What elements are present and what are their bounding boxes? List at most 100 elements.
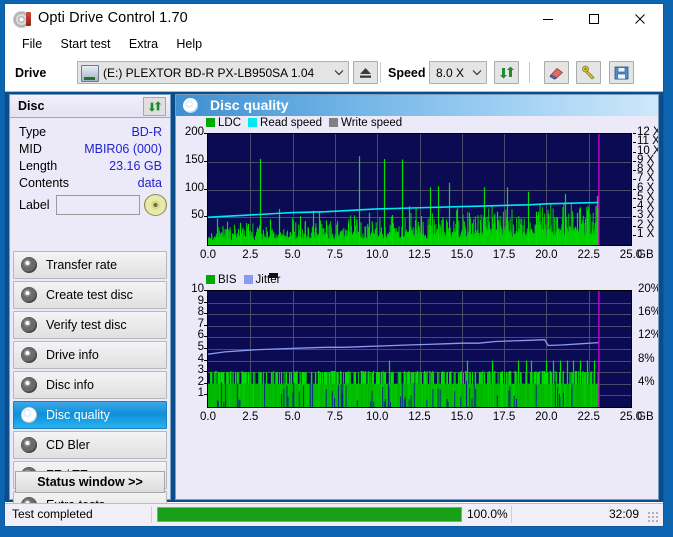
y-tick (204, 325, 207, 326)
y-tick (204, 133, 207, 134)
disc-refresh-button[interactable] (143, 97, 166, 116)
save-button[interactable] (609, 61, 634, 84)
x-tick-label: 7.5 (326, 249, 343, 261)
x-tick-label: 15.0 (450, 411, 473, 423)
speed-tick (633, 198, 636, 199)
speed-tick (633, 216, 636, 217)
disc-test-icon (21, 317, 37, 333)
y-tick (204, 394, 207, 395)
title-bar: Opti Drive Control 1.70 (5, 4, 663, 35)
disc-info-value: data (137, 176, 162, 190)
drive-icon (81, 65, 99, 82)
disc-info-key: Type (19, 125, 47, 139)
x-tick-label: 0.0 (200, 411, 216, 423)
disc-info-key: MID (19, 142, 42, 156)
disc-label-row: Label (10, 193, 170, 219)
y-tick (204, 302, 207, 303)
sidebar-item-verify-test-disc[interactable]: Verify test disc (13, 311, 167, 339)
sidebar-item-create-test-disc[interactable]: Create test disc (13, 281, 167, 309)
y-tick-label: 100 (184, 181, 204, 194)
sidebar-item-drive-info[interactable]: Drive info (13, 341, 167, 369)
sidebar-item-label: Create test disc (46, 288, 133, 302)
y-tick (204, 216, 207, 217)
x-tick-label: 15.0 (450, 249, 473, 261)
x-axis-unit-label: GB (637, 411, 654, 423)
x-tick-label: 20.0 (535, 411, 558, 423)
disc-test-icon (21, 377, 37, 393)
x-tick-label: 17.5 (492, 249, 516, 261)
y-tick-label: 50 (191, 209, 204, 222)
y-tick-label: 6 (197, 329, 204, 342)
sidebar-item-disc-quality[interactable]: Disc quality (13, 401, 167, 429)
sidebar-item-transfer-rate[interactable]: Transfer rate (13, 251, 167, 279)
chart-ldc-legend: LDC Read speed Write speed (206, 117, 409, 129)
speed-select-value: 8.0 X (436, 66, 465, 80)
jitter-tick-label: 16% (638, 306, 659, 319)
menu-file[interactable]: File (15, 35, 50, 53)
speed-tick (633, 226, 636, 227)
menu-bar: File Start test Extra Help (5, 35, 663, 57)
speed-tick (633, 170, 636, 171)
legend-label: BIS (218, 274, 237, 286)
speed-tick (633, 189, 636, 190)
maximize-button[interactable] (571, 4, 617, 34)
toolbar-separator-2 (529, 62, 530, 83)
resize-grip[interactable] (647, 511, 659, 523)
x-tick-label: 20.0 (535, 249, 558, 261)
disc-panel-header: Disc (10, 95, 170, 118)
disc-info-value: 23.16 GB (109, 159, 162, 173)
drive-select[interactable]: (E:) PLEXTOR BD-R PX-LB950SA 1.04 (77, 61, 349, 84)
eject-button[interactable] (353, 61, 378, 84)
jitter-tick-label: 8% (638, 352, 655, 365)
y-tick-label: 10 (191, 283, 204, 295)
disc-detect-button[interactable] (144, 194, 167, 216)
x-tick-label: 10.0 (365, 411, 389, 423)
x-tick-label: 7.5 (326, 411, 343, 423)
app-disc-icon (13, 11, 31, 28)
minimize-button[interactable] (525, 4, 571, 34)
progress-percent: 100.0% (467, 507, 508, 521)
erase-button[interactable] (544, 61, 569, 84)
menu-start-test[interactable]: Start test (54, 35, 119, 53)
x-tick-label: 12.5 (408, 411, 431, 423)
y-tick-label: 3 (197, 364, 204, 377)
y-tick (204, 348, 207, 349)
wrench-icon (581, 65, 595, 80)
sidebar-item-label: Disc info (46, 378, 94, 392)
menu-extra[interactable]: Extra (122, 35, 166, 53)
tools-button[interactable] (576, 61, 601, 84)
y-tick (204, 313, 207, 314)
disc-label-input[interactable] (56, 195, 140, 215)
chevron-down-icon (469, 62, 485, 83)
disc-info-key: Contents (19, 176, 70, 190)
sidebar-item-disc-info[interactable]: Disc info (13, 371, 167, 399)
speed-tick (633, 152, 636, 153)
sidebar: Disc Type BD-R MID MBIR06 (000) Length 2… (9, 94, 171, 519)
legend-swatch (206, 118, 215, 127)
y-tick (204, 383, 207, 384)
menu-help[interactable]: Help (169, 35, 210, 53)
speed-select[interactable]: 8.0 X (429, 61, 487, 84)
status-window-button[interactable]: Status window >> (15, 471, 165, 493)
y-tick (204, 161, 207, 162)
x-axis-unit-label: GB (637, 249, 654, 261)
legend-swatch (329, 118, 339, 127)
speed-tick (633, 133, 636, 134)
chart-bis-jitter-plot (207, 290, 632, 408)
save-icon (614, 66, 629, 79)
elapsed-time: 32:09 (608, 507, 639, 521)
legend-label: LDC (218, 117, 242, 129)
drive-select-value: (E:) PLEXTOR BD-R PX-LB950SA 1.04 (103, 66, 315, 80)
refresh-icon (499, 66, 514, 79)
refresh-button[interactable] (494, 61, 519, 84)
speed-tick (633, 207, 636, 208)
sidebar-item-cd-bler[interactable]: CD Bler (13, 431, 167, 459)
drive-toolbar: Drive (E:) PLEXTOR BD-R PX-LB950SA 1.04 … (5, 57, 663, 92)
main-body: Disc Type BD-R MID MBIR06 (000) Length 2… (5, 92, 663, 519)
y-tick-label: 8 (197, 306, 204, 319)
x-tick-label: 22.5 (577, 411, 600, 423)
y-tick (204, 290, 207, 291)
close-button[interactable] (617, 4, 663, 34)
disc-info-key: Length (19, 159, 58, 173)
y-tick (204, 336, 207, 337)
